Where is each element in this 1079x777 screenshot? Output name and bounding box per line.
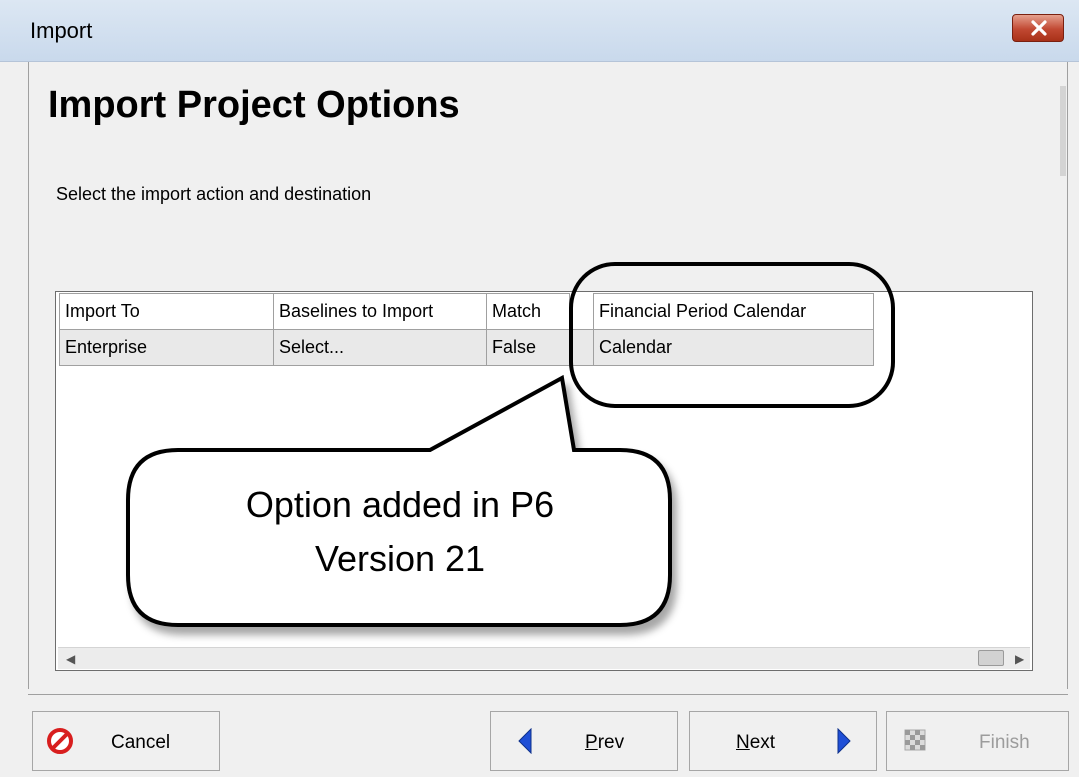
callout-line-2: Version 21	[314, 538, 486, 579]
highlight-ellipse	[569, 262, 895, 408]
prev-label-rest: rev	[597, 732, 625, 753]
footer-separator	[28, 694, 1068, 695]
finish-button[interactable]: Finish	[886, 711, 1069, 771]
import-dialog: Import Import Project Options Select the…	[0, 0, 1079, 777]
arrow-left-icon	[518, 728, 532, 754]
cancel-button[interactable]: Cancel	[32, 711, 220, 771]
finish-label: Finish	[979, 732, 1030, 753]
annotation-overlay	[126, 262, 895, 627]
prev-accesskey: P	[585, 732, 598, 753]
next-label: Next	[736, 732, 775, 754]
prev-button[interactable]: Prev	[490, 711, 678, 771]
callout-line-1: Option added in P6	[245, 484, 555, 525]
next-accesskey: N	[736, 732, 750, 753]
checkered-flag-icon	[904, 729, 926, 751]
cancel-icon	[47, 728, 73, 754]
arrow-right-icon	[837, 728, 851, 754]
cancel-label: Cancel	[111, 732, 171, 753]
next-label-rest: ext	[749, 732, 776, 753]
next-button[interactable]: Next	[689, 711, 877, 771]
prev-label: Prev	[585, 732, 624, 754]
callout-text: Option added in P6 Version 21	[130, 478, 670, 586]
